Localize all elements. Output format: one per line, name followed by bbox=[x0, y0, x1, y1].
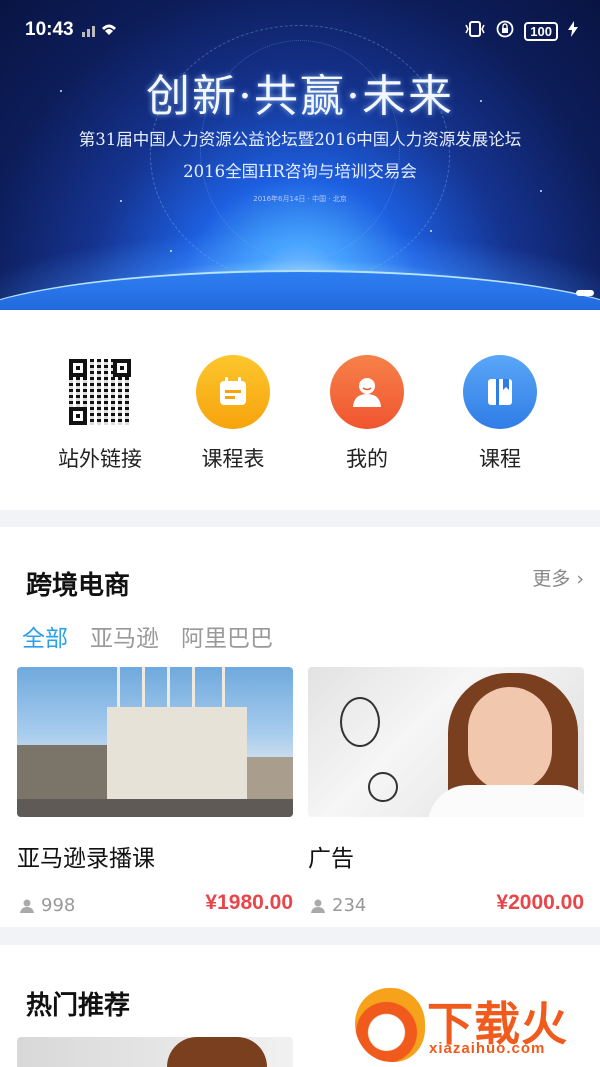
quick-nav-schedule[interactable]: 课程表 bbox=[173, 355, 293, 473]
app-screen: 创新·共赢·未来 第31届中国人力资源公益论坛暨2016中国人力资源发展论坛 2… bbox=[0, 0, 600, 1067]
watermark-logo: 下载火 xiazaihuo.com bbox=[355, 988, 595, 1067]
section-cross-border: 跨境电商 更多 › 全部 亚马逊 阿里巴巴 亚马逊录播课 998 ¥1980.0… bbox=[0, 527, 600, 927]
view-count: 234 bbox=[310, 895, 366, 916]
status-bar: 10:43 100 bbox=[0, 0, 600, 60]
course-title: 亚马逊录播课 bbox=[17, 846, 155, 872]
person-icon bbox=[20, 899, 34, 913]
quick-nav-external-link[interactable]: 站外链接 bbox=[40, 355, 160, 473]
qr-code-icon bbox=[69, 359, 131, 425]
section-title: 热门推荐 bbox=[26, 991, 131, 1021]
lock-rotation-icon bbox=[496, 20, 514, 42]
more-label: 更多 bbox=[532, 568, 571, 590]
status-right-icons: 100 bbox=[464, 20, 578, 42]
course-card[interactable]: 广告 234 ¥2000.00 bbox=[308, 667, 584, 916]
quick-nav-label: 课程 bbox=[479, 447, 521, 471]
tab-alibaba[interactable]: 阿里巴巴 bbox=[181, 619, 273, 653]
book-icon bbox=[463, 355, 537, 429]
quick-nav-label: 我的 bbox=[346, 447, 388, 471]
more-link[interactable]: 更多 › bbox=[532, 564, 584, 591]
tab-amazon[interactable]: 亚马逊 bbox=[90, 619, 159, 653]
quick-nav-course[interactable]: 课程 bbox=[440, 355, 560, 473]
course-price: ¥2000.00 bbox=[496, 891, 584, 914]
charging-icon bbox=[568, 21, 578, 41]
flame-logo-icon bbox=[355, 988, 425, 1062]
banner-subtitle-1: 第31届中国人力资源公益论坛暨2016中国人力资源发展论坛 bbox=[78, 130, 522, 149]
quick-nav: 站外链接 课程表 我的 课程 bbox=[0, 310, 600, 510]
course-card[interactable]: 亚马逊录播课 998 ¥1980.00 bbox=[17, 667, 293, 916]
quick-nav-label: 课程表 bbox=[201, 447, 265, 471]
watermark-en: xiazaihuo.com bbox=[429, 1040, 546, 1057]
quick-nav-label: 站外链接 bbox=[58, 447, 142, 471]
schedule-icon bbox=[196, 355, 270, 429]
person-icon bbox=[311, 899, 325, 913]
course-thumbnail bbox=[17, 667, 293, 817]
section-title: 跨境电商 bbox=[26, 571, 131, 601]
battery-indicator: 100 bbox=[524, 21, 558, 41]
banner-title: 创新·共赢·未来 bbox=[146, 71, 454, 122]
banner-subtitle-2: 2016全国HR咨询与培训交易会 bbox=[183, 162, 417, 181]
user-icon bbox=[330, 355, 404, 429]
course-thumbnail[interactable] bbox=[17, 1037, 293, 1067]
signal-icon bbox=[82, 22, 122, 42]
course-title: 广告 bbox=[308, 846, 354, 872]
quick-nav-mine[interactable]: 我的 bbox=[307, 355, 427, 473]
course-thumbnail bbox=[308, 667, 584, 817]
banner-subtitle-3: 2016年6月14日 · 中国 · 北京 bbox=[253, 195, 347, 203]
tab-all[interactable]: 全部 bbox=[22, 619, 68, 653]
vibrate-icon bbox=[464, 21, 486, 41]
category-tabs: 全部 亚马逊 阿里巴巴 bbox=[22, 619, 273, 653]
banner-page-indicator[interactable] bbox=[576, 290, 594, 296]
view-count: 998 bbox=[19, 895, 75, 916]
chevron-right-icon: › bbox=[576, 568, 584, 590]
course-price: ¥1980.00 bbox=[205, 891, 293, 914]
status-time: 10:43 bbox=[25, 19, 74, 40]
